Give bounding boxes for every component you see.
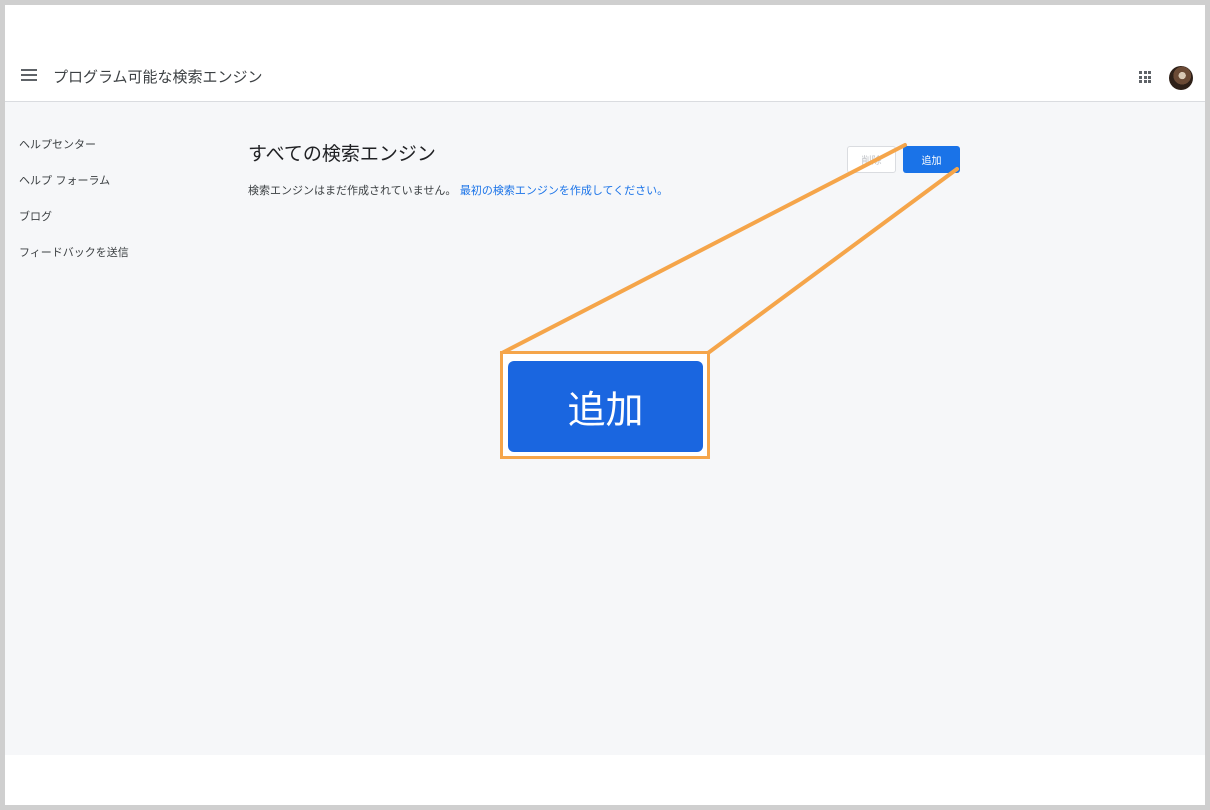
delete-button: 削除 bbox=[847, 146, 896, 173]
add-button[interactable]: 追加 bbox=[903, 146, 960, 173]
app-title: プログラム可能な検索エンジン bbox=[53, 68, 263, 86]
create-search-engine-link[interactable]: 最初の検索エンジンを作成してください。 bbox=[460, 184, 668, 197]
apps-grid-icon[interactable] bbox=[1139, 71, 1151, 83]
hamburger-menu-icon[interactable] bbox=[21, 69, 37, 81]
browser-frame: プログラム可能な検索エンジン ヘルプセンター ヘルプ フォーラム ブログ フィー… bbox=[5, 5, 1205, 805]
sidebar-item-blog[interactable]: ブログ bbox=[19, 208, 52, 224]
zoomed-add-button: 追加 bbox=[508, 361, 703, 452]
sidebar-item-send-feedback[interactable]: フィードバックを送信 bbox=[19, 244, 129, 260]
empty-state-message: 検索エンジンはまだ作成されていません。 最初の検索エンジンを作成してください。 bbox=[248, 182, 668, 198]
account-avatar[interactable] bbox=[1169, 66, 1193, 90]
bottom-whitespace bbox=[5, 755, 1205, 805]
page-title: すべての検索エンジン bbox=[248, 143, 436, 165]
sidebar-item-help-forum[interactable]: ヘルプ フォーラム bbox=[19, 172, 110, 188]
zoom-callout-box: 追加 bbox=[500, 351, 710, 459]
empty-message-text: 検索エンジンはまだ作成されていません。 bbox=[248, 184, 457, 197]
top-app-bar: プログラム可能な検索エンジン bbox=[5, 5, 1205, 102]
sidebar-item-help-center[interactable]: ヘルプセンター bbox=[19, 136, 96, 152]
